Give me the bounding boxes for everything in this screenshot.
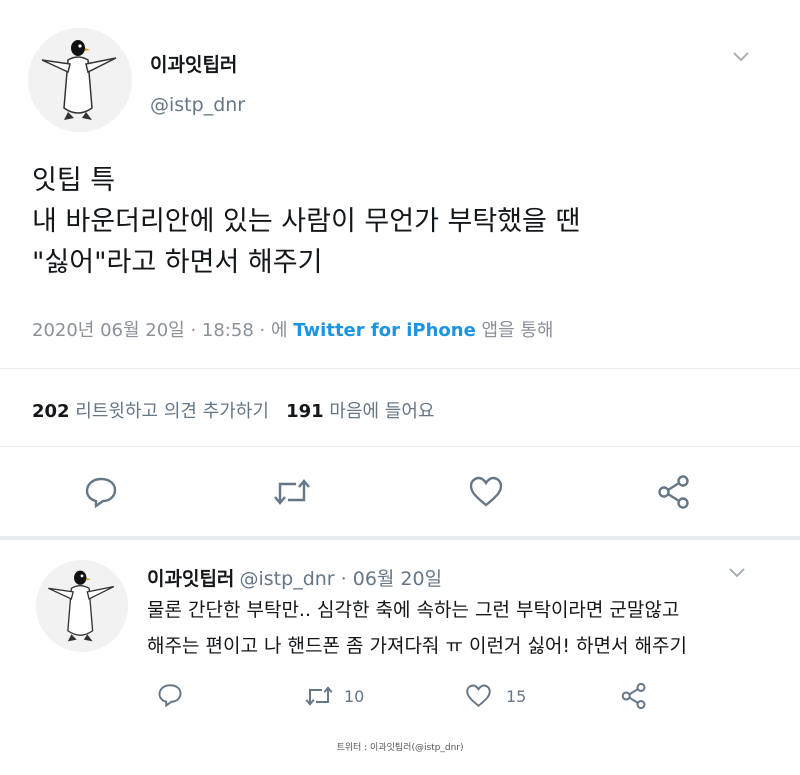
tweet-line: "싫어"라고 하면서 해주기 xyxy=(32,247,323,278)
like-label[interactable]: 마음에 들어요 xyxy=(324,401,434,422)
section-divider xyxy=(0,536,800,540)
retweet-count: 10 xyxy=(344,686,365,706)
reply-icon xyxy=(85,477,117,509)
share-button[interactable] xyxy=(656,474,692,514)
display-name[interactable]: 이과잇팁러 xyxy=(150,50,237,77)
share-icon xyxy=(621,682,646,710)
like-icon xyxy=(469,476,503,507)
divider xyxy=(0,446,800,447)
avatar[interactable] xyxy=(28,28,132,132)
user-handle[interactable]: @istp_dnr xyxy=(150,94,245,116)
like-icon xyxy=(466,684,491,707)
chevron-down-icon[interactable] xyxy=(732,44,750,68)
source-suffix: 앱을 통해 xyxy=(475,320,554,341)
retweet-button[interactable] xyxy=(272,476,312,512)
penguin-avatar-icon xyxy=(28,28,132,132)
tweet-text: 잇팁 특 내 바운더리안에 있는 사람이 무언가 부탁했을 땐 "싫어"라고 하… xyxy=(32,160,772,283)
reply-line: 해주는 편이고 나 핸드폰 좀 가져다줘 ㅠ 이런거 싫어! 하면서 해주기 xyxy=(147,635,687,657)
tweet-stats: 202 리트윗하고 의견 추가하기 191 마음에 들어요 xyxy=(32,397,434,423)
like-button[interactable] xyxy=(468,476,504,512)
tweet-meta: 2020년 06월 20일 · 18:58 · 에 Twitter for iP… xyxy=(32,316,554,342)
share-button[interactable] xyxy=(620,682,648,714)
tweet-line: 잇팁 특 xyxy=(32,165,116,196)
reply-line: 물론 간단한 부탁만.. 심각한 축에 속하는 그런 부탁이라면 군말않고 xyxy=(147,599,680,621)
like-button[interactable]: 15 xyxy=(465,684,526,708)
tweet-line: 내 바운더리안에 있는 사람이 무언가 부탁했을 땐 xyxy=(32,206,581,237)
retweet-label[interactable]: 리트윗하고 의견 추가하기 xyxy=(70,401,269,422)
like-count: 15 xyxy=(506,686,527,706)
penguin-avatar-icon xyxy=(36,560,128,652)
timestamp[interactable]: 2020년 06월 20일 · 18:58 · 에 xyxy=(32,320,293,341)
reply-button[interactable] xyxy=(157,683,183,711)
reply-date[interactable]: · 06월 20일 xyxy=(335,568,442,590)
retweet-icon xyxy=(305,686,333,706)
share-icon xyxy=(658,475,689,509)
footer-credit: 트위터 : 이과잇팁러(@istp_dnr) xyxy=(336,743,464,753)
avatar[interactable] xyxy=(36,560,128,652)
retweet-button[interactable]: 10 xyxy=(304,684,364,708)
reply-header: 이과잇팁러 @istp_dnr · 06월 20일 xyxy=(147,564,442,591)
source-link[interactable]: Twitter for iPhone xyxy=(293,320,476,341)
display-name[interactable]: 이과잇팁러 xyxy=(147,568,234,590)
user-handle[interactable]: @istp_dnr xyxy=(240,568,335,590)
reply-button[interactable] xyxy=(84,476,118,512)
retweet-count[interactable]: 202 xyxy=(32,401,70,422)
like-count[interactable]: 191 xyxy=(286,401,324,422)
reply-text: 물론 간단한 부탁만.. 심각한 축에 속하는 그런 부탁이라면 군말않고 해주… xyxy=(147,592,787,664)
chevron-down-icon[interactable] xyxy=(728,564,746,583)
divider xyxy=(0,368,800,369)
retweet-icon xyxy=(274,479,310,505)
reply-icon xyxy=(158,684,182,708)
